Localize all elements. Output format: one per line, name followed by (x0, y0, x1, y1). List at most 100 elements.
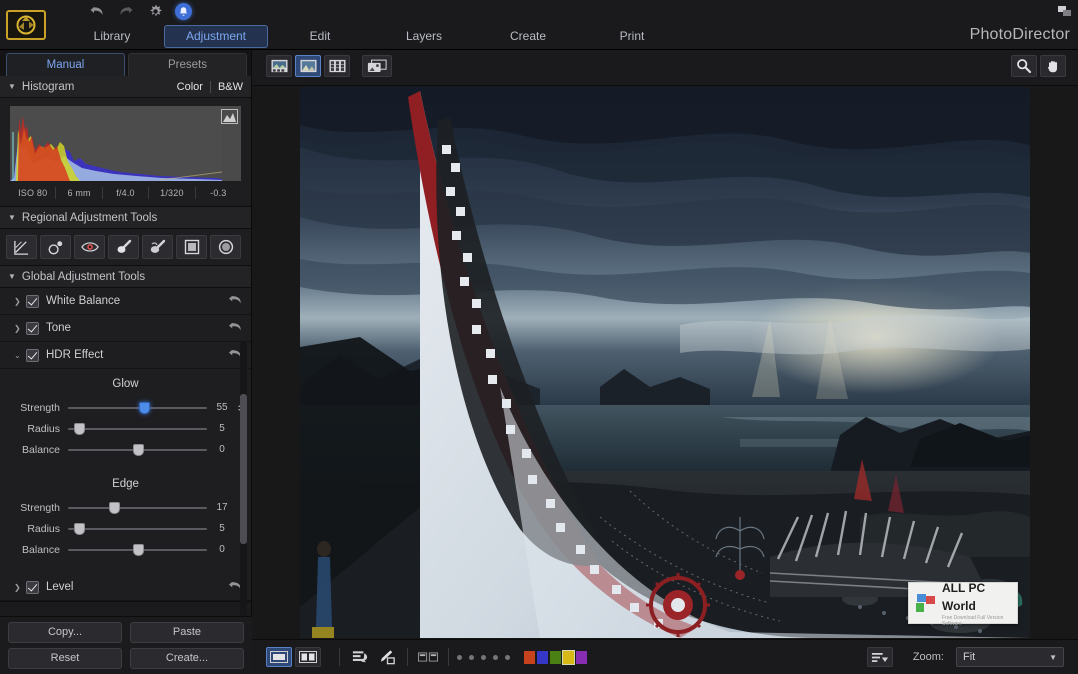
list-options-icon[interactable] (866, 647, 893, 667)
notification-icon[interactable] (175, 2, 192, 20)
flag-blue[interactable] (537, 650, 548, 664)
reset-button[interactable]: Reset (8, 648, 122, 669)
global-adjustment-section: ▼ Global Adjustment Tools ❯ White Balanc… (0, 266, 251, 602)
histogram-bw-toggle[interactable]: B&W (211, 81, 243, 93)
top-bar: Library Adjustment Edit Layers Create Pr… (0, 0, 1078, 50)
rectangle-mask-tool[interactable] (176, 235, 207, 259)
gradient-mask-tool[interactable] (6, 235, 37, 259)
single-view-button[interactable] (266, 647, 292, 667)
chevron-down-icon: ⌄ (14, 350, 21, 360)
panel-scrollbar-thumb[interactable] (240, 394, 247, 544)
nav-tab-print[interactable]: Print (580, 25, 684, 48)
glow-balance-handle[interactable] (132, 443, 144, 456)
window-restore-icon[interactable] (1058, 4, 1072, 16)
level-checkbox[interactable] (26, 580, 39, 594)
rating-dot-1[interactable] (457, 654, 462, 660)
slideshow-group (362, 55, 392, 77)
star-rating-dots[interactable] (457, 654, 510, 660)
edge-radius-value: 5 (219, 523, 225, 534)
adjustment-brush-tool[interactable] (108, 235, 139, 259)
clipping-warning-icon[interactable] (221, 109, 238, 124)
nav-tab-edit[interactable]: Edit (268, 25, 372, 48)
red-eye-tool[interactable] (74, 235, 105, 259)
zoom-magnifier-tool[interactable] (1011, 55, 1037, 77)
nav-tab-library[interactable]: Library (60, 25, 164, 48)
regional-adjustment-header[interactable]: ▼ Regional Adjustment Tools (0, 207, 251, 229)
meta-aperture: f/4.0 (103, 187, 150, 199)
chevron-down-icon: ▼ (8, 82, 16, 91)
flag-red[interactable] (524, 650, 535, 664)
ellipse-mask-tool[interactable] (210, 235, 241, 259)
chevron-right-icon: ❯ (14, 323, 21, 333)
group-spacer (0, 560, 251, 574)
panel-action-buttons: Copy... Paste Reset Create... (0, 616, 252, 674)
glow-strength-track[interactable] (68, 400, 207, 416)
flag-purple[interactable] (576, 650, 587, 664)
nav-tab-adjustment[interactable]: Adjustment (164, 24, 268, 48)
rating-dot-4[interactable] (493, 654, 498, 660)
white-balance-reset-icon[interactable] (228, 293, 243, 309)
photo-image[interactable]: ALL PC World Free Download Full Version … (300, 87, 1030, 638)
copy-button[interactable]: Copy... (8, 622, 122, 643)
glow-balance-track[interactable] (68, 442, 207, 458)
edge-strength-handle[interactable] (108, 501, 120, 514)
global-item-level[interactable]: ❯ Level (0, 574, 251, 601)
paste-button[interactable]: Paste (130, 622, 244, 643)
global-adjustment-header[interactable]: ▼ Global Adjustment Tools (0, 266, 251, 288)
zoom-control-group: Zoom: Fit ▼ (866, 647, 1064, 667)
compare-view-button[interactable] (295, 647, 321, 667)
rating-dot-2[interactable] (469, 654, 474, 660)
nav-tab-layers[interactable]: Layers (372, 25, 476, 48)
nav-tab-create[interactable]: Create (476, 25, 580, 48)
global-item-tone[interactable]: ❯ Tone (0, 315, 251, 342)
histogram-header[interactable]: ▼ Histogram Color B&W (0, 76, 251, 98)
edit-tag-icon[interactable] (375, 647, 399, 667)
color-flag-group (524, 649, 587, 665)
regional-adjustment-title: Regional Adjustment Tools (21, 211, 158, 224)
bottom-status-bar: Zoom: Fit ▼ (252, 639, 1078, 674)
hdr-effect-checkbox[interactable] (26, 348, 39, 362)
clone-brush-tool[interactable] (142, 235, 173, 259)
hand-pan-tool[interactable] (1040, 55, 1066, 77)
watermark-subtitle: Free Download Full Version Software (942, 615, 1004, 627)
flag-green[interactable] (550, 650, 561, 664)
photo-canvas[interactable]: ALL PC World Free Download Full Version … (252, 86, 1078, 639)
slideshow-view-button[interactable] (362, 55, 392, 77)
edge-balance-handle[interactable] (132, 543, 144, 556)
tone-checkbox[interactable] (26, 321, 39, 335)
chevron-right-icon: ❯ (14, 582, 21, 592)
sort-order-icon[interactable] (348, 647, 372, 667)
panel-scrollbar[interactable] (240, 342, 247, 646)
edge-strength-value: 17 (216, 502, 228, 513)
zoom-level-dropdown[interactable]: Fit ▼ (956, 647, 1064, 667)
tone-reset-icon[interactable] (228, 320, 243, 336)
histogram-title: Histogram (21, 80, 75, 93)
glow-strength-handle[interactable] (139, 401, 151, 414)
global-item-white-balance[interactable]: ❯ White Balance (0, 288, 251, 315)
glow-radius-handle[interactable] (74, 422, 86, 435)
edge-radius-track[interactable] (68, 521, 207, 537)
spot-removal-tool[interactable] (40, 235, 71, 259)
gear-icon[interactable] (146, 2, 164, 20)
redo-icon[interactable] (117, 2, 135, 20)
glow-balance-slider-row: Balance 0 (0, 439, 251, 460)
flag-yellow[interactable] (562, 649, 575, 665)
rating-dot-5[interactable] (505, 654, 510, 660)
filmstrip-view-button[interactable] (266, 55, 292, 77)
edge-radius-handle[interactable] (74, 522, 86, 535)
undo-icon[interactable] (88, 2, 106, 20)
grid-view-button[interactable] (324, 55, 350, 77)
histogram-color-toggle[interactable]: Color (177, 80, 211, 93)
rating-dot-3[interactable] (481, 654, 486, 660)
align-compare-icon[interactable] (416, 647, 440, 667)
zoom-level-value: Fit (963, 651, 976, 663)
white-balance-checkbox[interactable] (26, 294, 39, 308)
tab-presets[interactable]: Presets (128, 53, 247, 76)
global-item-hdr-effect[interactable]: ⌄ HDR Effect (0, 342, 251, 369)
glow-radius-track[interactable] (68, 421, 207, 437)
edge-balance-track[interactable] (68, 542, 207, 558)
edge-strength-track[interactable] (68, 500, 207, 516)
tab-manual[interactable]: Manual (6, 53, 125, 76)
single-photo-view-button[interactable] (295, 55, 321, 77)
create-button[interactable]: Create... (130, 648, 244, 669)
